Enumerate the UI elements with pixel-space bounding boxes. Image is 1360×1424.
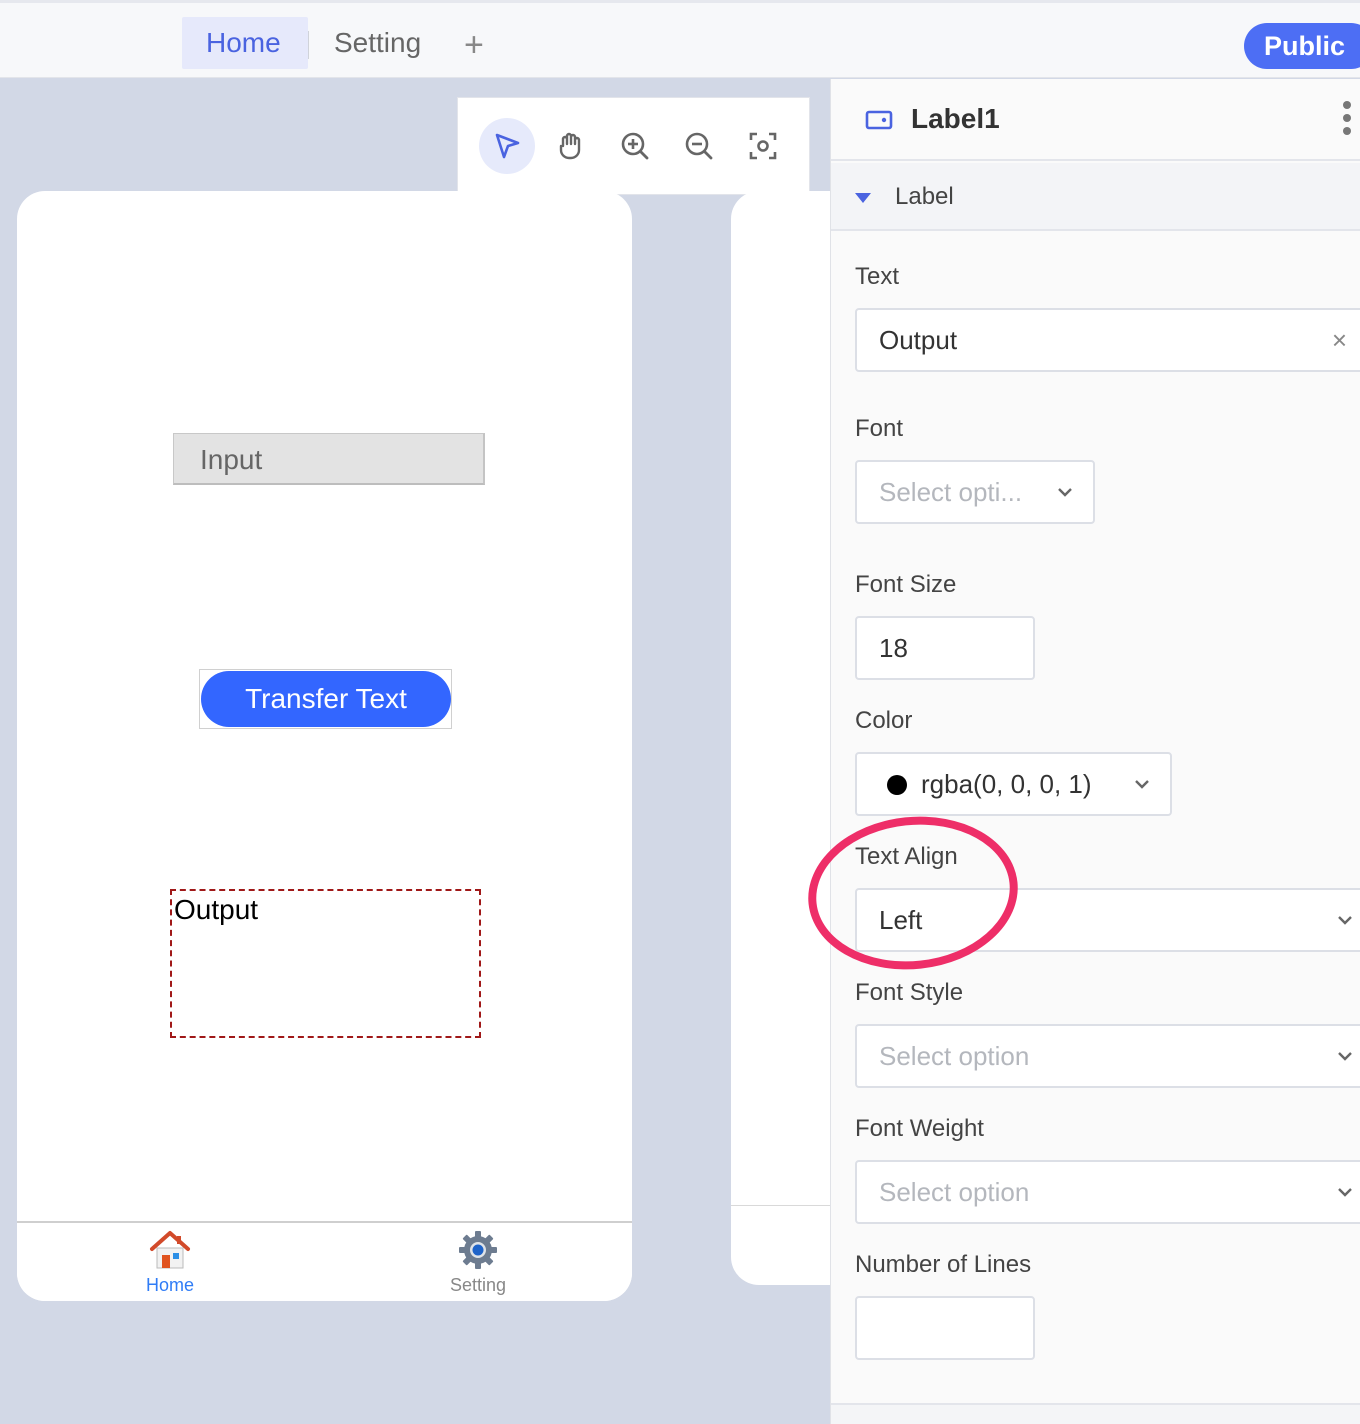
phone-tab-setting-label: Setting [449,1275,507,1295]
caret-down-icon [855,193,871,203]
plus-icon[interactable]: + [464,25,484,65]
hand-icon[interactable] [543,118,599,174]
chevron-down-icon [1338,1188,1352,1197]
panel-bottom-divider [831,1403,1360,1424]
font-weight-label: Font Weight [855,1115,984,1142]
transfer-text-button[interactable]: Transfer Text [201,671,451,727]
public-button[interactable]: Public [1244,23,1360,69]
font-select-placeholder: Select opti... [879,477,1023,507]
component-name: Label1 [911,103,1000,134]
chevron-down-icon [1058,488,1072,497]
font-style-placeholder: Select option [879,1041,1030,1071]
pointer-icon[interactable] [479,118,535,174]
text-field-label: Text [855,263,900,290]
panel-header: Label1 [831,79,1360,161]
text-field-value: Output [879,325,958,355]
color-value: rgba(0, 0, 0, 1) [921,769,1092,799]
font-field-label: Font [855,415,904,442]
home-icon [150,1231,190,1269]
label-component-icon [865,110,893,130]
tab-home[interactable]: Home [182,17,308,69]
zoom-out-icon[interactable] [671,118,727,174]
chevron-down-icon [1338,916,1352,925]
chevron-down-icon [1135,780,1149,789]
font-style-select[interactable]: Select option [855,1024,1360,1088]
phone-tab-setting[interactable]: Setting [378,1227,578,1296]
tab-divider [308,31,309,59]
clear-icon[interactable]: × [1332,310,1347,370]
chevron-down-icon [1338,1052,1352,1061]
text-input[interactable]: Input [173,433,485,485]
zoom-in-icon[interactable] [607,118,663,174]
text-align-label: Text Align [855,843,958,870]
tab-setting[interactable]: Setting [310,17,445,69]
font-size-input[interactable]: 18 [855,616,1035,680]
canvas-toolbar [457,97,810,195]
phone-tab-home-label: Home [145,1275,194,1295]
text-field[interactable]: Output × [855,308,1360,372]
font-weight-placeholder: Select option [879,1177,1030,1207]
color-swatch [887,775,907,795]
transfer-button-frame: Transfer Text [199,669,452,729]
output-label[interactable]: Output [170,889,481,1038]
color-select[interactable]: rgba(0, 0, 0, 1) [855,752,1172,816]
color-label: Color [855,707,913,734]
properties-panel: Label1 Label Text Output × Font Select o… [830,79,1360,1424]
font-style-label: Font Style [855,979,964,1006]
font-size-label: Font Size [855,571,957,598]
number-of-lines-input[interactable] [855,1296,1035,1360]
phone-tab-bar: Home Setting [17,1221,632,1301]
text-align-value: Left [879,905,923,935]
fit-screen-icon[interactable] [735,118,791,174]
number-of-lines-label: Number of Lines [855,1251,1032,1278]
text-align-select[interactable]: Left [855,888,1360,952]
top-bar: Home Setting + Public [0,0,1360,78]
phone-tab-home[interactable]: Home [70,1227,270,1296]
label-section-header[interactable]: Label [831,163,1360,231]
font-weight-select[interactable]: Select option [855,1160,1360,1224]
more-options-icon[interactable] [1343,101,1353,140]
font-select[interactable]: Select opti... [855,460,1095,524]
gear-icon [459,1231,497,1269]
phone-preview: Input Transfer Text Output Home Setting [17,191,632,1301]
section-title: Label [895,183,954,210]
